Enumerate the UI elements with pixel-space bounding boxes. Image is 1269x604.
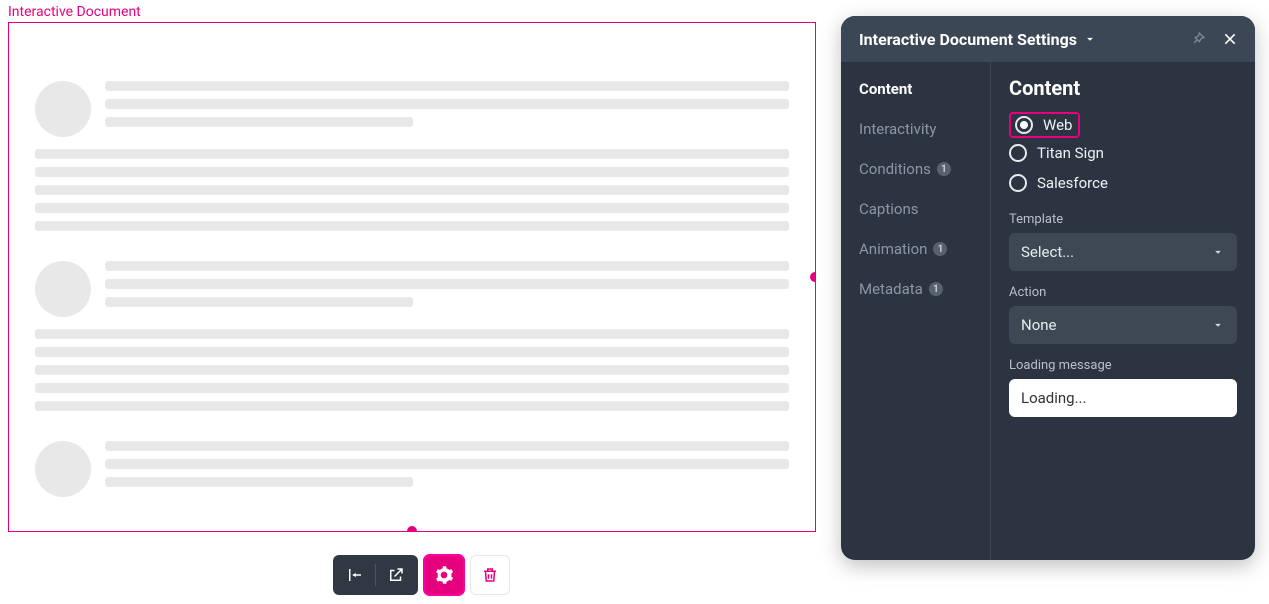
nav-animation-label: Animation — [859, 240, 927, 258]
content-heading: Content — [1009, 76, 1237, 100]
radio-icon — [1009, 144, 1027, 162]
radio-web-label: Web — [1043, 116, 1072, 134]
radio-titan-label: Titan Sign — [1037, 144, 1104, 162]
nav-metadata-badge: 1 — [929, 282, 943, 296]
radio-icon — [1009, 174, 1027, 192]
open-external-icon — [387, 566, 405, 584]
radio-sf-label: Salesforce — [1037, 174, 1108, 192]
radio-web[interactable]: Web — [1015, 116, 1072, 134]
nav-conditions-label: Conditions — [859, 160, 931, 178]
nav-conditions-badge: 1 — [937, 162, 951, 176]
radio-titan-sign[interactable]: Titan Sign — [1009, 138, 1237, 168]
align-left-button[interactable] — [339, 559, 371, 591]
nav-animation[interactable]: Animation 1 — [859, 240, 982, 258]
delete-button[interactable] — [470, 555, 510, 595]
gear-icon — [434, 565, 454, 585]
interactive-document-frame[interactable] — [8, 22, 816, 532]
resize-handle-bottom[interactable] — [407, 526, 417, 532]
radio-icon — [1015, 116, 1033, 134]
trash-icon — [481, 566, 499, 584]
nav-content[interactable]: Content — [859, 80, 982, 98]
chevron-down-icon — [1211, 318, 1225, 332]
resize-handle-right[interactable] — [810, 272, 816, 282]
radio-web-highlight: Web — [1009, 112, 1080, 138]
action-value: None — [1021, 316, 1057, 334]
nav-captions[interactable]: Captions — [859, 200, 982, 218]
align-left-icon — [346, 566, 364, 584]
nav-metadata[interactable]: Metadata 1 — [859, 280, 982, 298]
action-label: Action — [1009, 285, 1237, 300]
action-select[interactable]: None — [1009, 306, 1237, 344]
component-label: Interactive Document — [8, 4, 141, 20]
loading-message-label: Loading message — [1009, 358, 1237, 373]
radio-salesforce[interactable]: Salesforce — [1009, 168, 1237, 198]
panel-title[interactable]: Interactive Document Settings — [859, 30, 1077, 49]
settings-button[interactable] — [424, 555, 464, 595]
loading-message-input[interactable] — [1009, 379, 1237, 417]
close-button[interactable] — [1217, 26, 1243, 52]
component-toolbar — [333, 555, 510, 595]
panel-nav: Content Interactivity Conditions 1 Capti… — [841, 62, 991, 560]
nav-conditions[interactable]: Conditions 1 — [859, 160, 982, 178]
panel-content: Content Web Titan Sign Salesforce Templa… — [991, 62, 1255, 560]
pin-icon — [1190, 31, 1206, 47]
chevron-down-icon[interactable] — [1083, 32, 1097, 46]
template-value: Select... — [1021, 243, 1074, 261]
nav-metadata-label: Metadata — [859, 280, 923, 298]
close-icon — [1222, 31, 1238, 47]
settings-panel: Interactive Document Settings Content In… — [841, 16, 1255, 560]
panel-header: Interactive Document Settings — [841, 16, 1255, 62]
nav-interactivity[interactable]: Interactivity — [859, 120, 982, 138]
document-placeholder — [9, 59, 815, 531]
template-select[interactable]: Select... — [1009, 233, 1237, 271]
template-label: Template — [1009, 212, 1237, 227]
pin-button[interactable] — [1185, 26, 1211, 52]
nav-animation-badge: 1 — [933, 242, 947, 256]
toolbar-group — [333, 555, 418, 595]
open-external-button[interactable] — [380, 559, 412, 591]
chevron-down-icon — [1211, 245, 1225, 259]
